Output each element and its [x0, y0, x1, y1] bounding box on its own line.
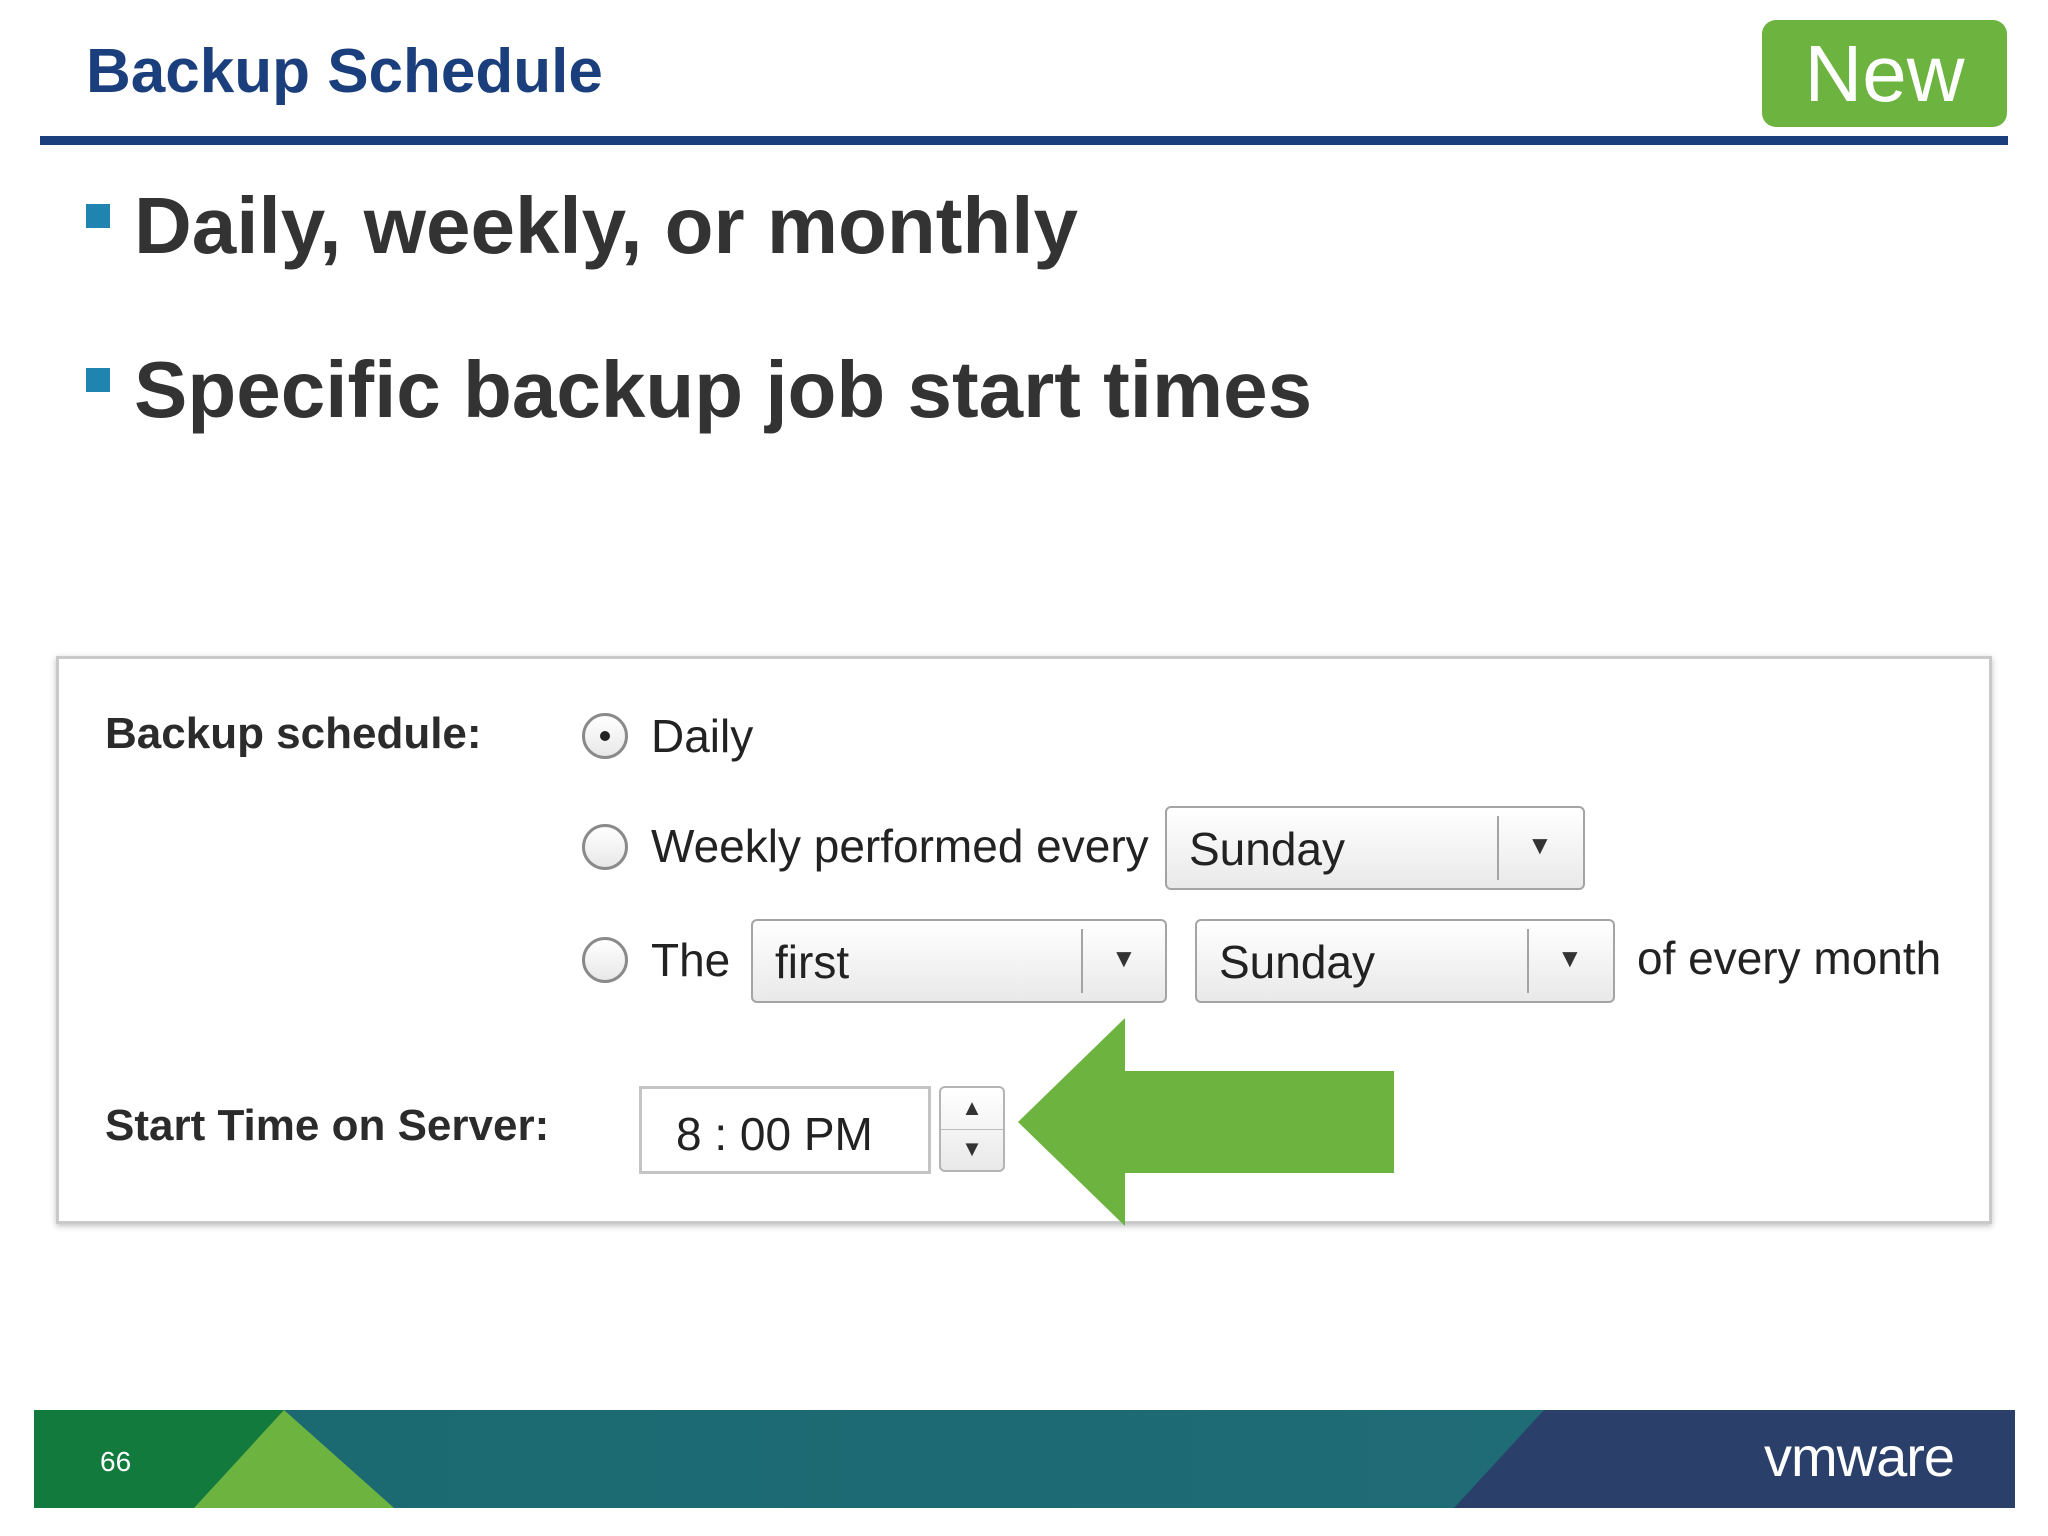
triangle-up-icon[interactable]: ▲: [941, 1088, 1003, 1130]
bullet-text-2: Specific backup job start times: [134, 345, 1313, 434]
bullet-item-1: Daily, weekly, or monthly: [86, 180, 1078, 272]
monthly-day-select[interactable]: Sunday ▼: [1195, 919, 1615, 1003]
slide-title: Backup Schedule: [86, 37, 603, 106]
select-divider: [1081, 929, 1083, 993]
start-time-label: Start Time on Server:: [105, 1101, 550, 1150]
triangle-down-icon[interactable]: ▼: [941, 1129, 1003, 1170]
bullet-item-2: Specific backup job start times: [86, 344, 1312, 436]
chevron-down-icon: ▼: [1557, 943, 1583, 973]
start-time-value: 8 : 00 PM: [676, 1108, 873, 1160]
weekly-label: Weekly performed every: [651, 820, 1149, 872]
daily-radio[interactable]: [582, 713, 628, 759]
chevron-down-icon: ▼: [1527, 830, 1553, 860]
start-time-field[interactable]: 8 : 00 PM: [639, 1086, 931, 1174]
select-divider: [1527, 929, 1529, 993]
monthly-ordinal-select[interactable]: first ▼: [751, 919, 1167, 1003]
page-number: 66: [100, 1446, 132, 1477]
monthly-prefix-label: The: [651, 934, 731, 986]
weekly-day-select[interactable]: Sunday ▼: [1165, 806, 1585, 890]
select-divider: [1497, 816, 1499, 880]
bullet-text-1: Daily, weekly, or monthly: [134, 181, 1078, 270]
weekly-day-value: Sunday: [1189, 823, 1346, 875]
new-badge: New: [1762, 20, 2007, 127]
chevron-down-icon: ▼: [1111, 943, 1137, 973]
monthly-day-value: Sunday: [1219, 936, 1376, 988]
backup-schedule-label: Backup schedule:: [105, 709, 482, 758]
vmware-logo: vmware: [1764, 1425, 1955, 1488]
bullet-marker-icon: [86, 204, 110, 228]
title-divider: [40, 136, 2008, 145]
left-arrow-icon: [1018, 1018, 1394, 1226]
daily-label: Daily: [651, 710, 754, 762]
monthly-suffix-label: of every month: [1637, 932, 1942, 984]
footer-band: [34, 1410, 2015, 1508]
monthly-radio[interactable]: [582, 937, 628, 983]
start-time-stepper[interactable]: ▲ ▼: [939, 1086, 1005, 1172]
monthly-ordinal-value: first: [775, 936, 850, 988]
weekly-radio[interactable]: [582, 824, 628, 870]
bullet-marker-icon: [86, 368, 110, 392]
